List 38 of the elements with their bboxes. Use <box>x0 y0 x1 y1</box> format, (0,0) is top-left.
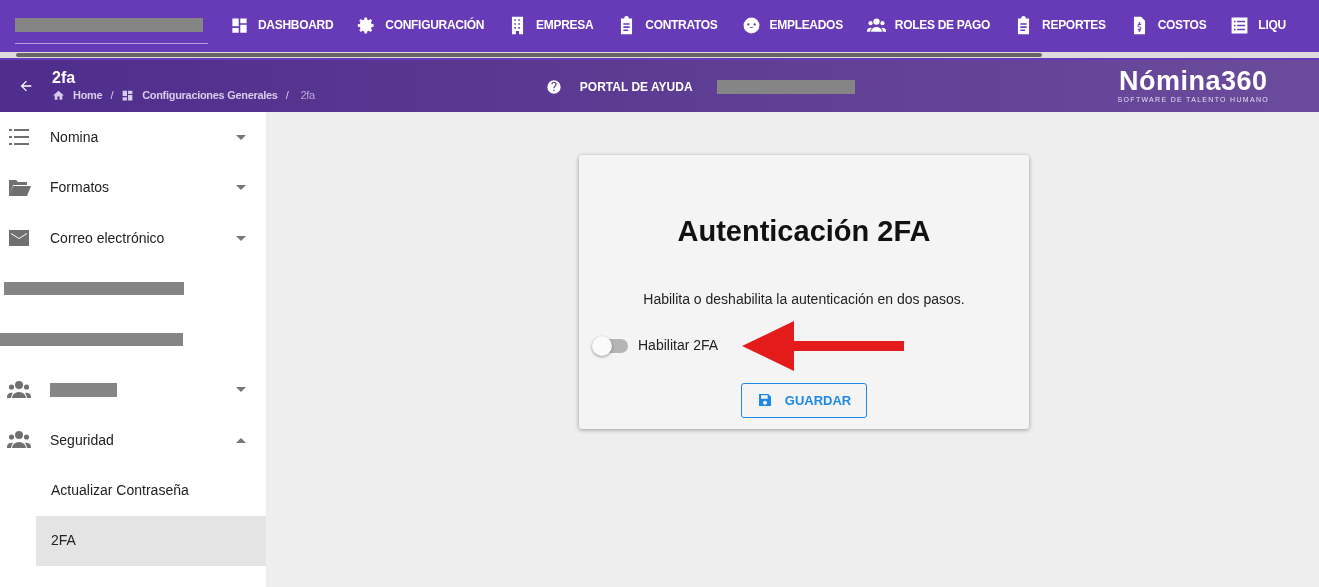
breadcrumb-current: 2fa <box>300 87 315 103</box>
list-icon <box>1230 15 1250 35</box>
nav-link[interactable]: ROLES DE PAGO <box>866 15 991 35</box>
breadcrumb-separator: / <box>110 87 114 103</box>
sidebar-item[interactable]: Correo electrónico <box>0 213 266 264</box>
scrollbar[interactable] <box>0 52 1319 58</box>
breadcrumb-link[interactable]: Configuraciones Generales <box>142 86 278 104</box>
toggle-label: Habilitar 2FA <box>638 336 719 355</box>
sidebar-item[interactable]: Seguridad <box>0 415 266 466</box>
nav-link[interactable]: EMPLEADOS <box>741 15 843 35</box>
nav-link[interactable]: REPORTES <box>1014 15 1106 35</box>
sidebar-item[interactable]: Formatos <box>0 162 266 213</box>
back-arrow-icon[interactable] <box>18 78 34 94</box>
logo-text: Nómina360 <box>1119 66 1268 95</box>
gear-icon <box>357 15 377 35</box>
sidebar-subitem[interactable]: 2FA <box>36 515 266 566</box>
nav-link[interactable]: CONFIGURACIÓN <box>357 15 485 35</box>
breadcrumb-link[interactable]: Home <box>73 86 103 104</box>
nav-link[interactable]: EMPRESA <box>508 15 594 35</box>
face-icon <box>741 15 761 35</box>
page-title: 2fa <box>52 68 77 87</box>
description-text: Habilita o deshabilita la autenticación en dos pasos. <box>643 289 965 309</box>
help-link[interactable]: PORTAL DE AYUDA <box>579 78 693 96</box>
nav-link[interactable]: LIQU <box>1230 15 1286 35</box>
card-title: Autenticación 2FA <box>677 214 931 249</box>
help-icon <box>545 79 562 95</box>
redaction-bar <box>50 382 117 397</box>
nav-link[interactable]: CONTRATOS <box>617 15 718 35</box>
toggle-switch[interactable] <box>594 338 628 353</box>
people-icon <box>866 15 886 35</box>
home-icon <box>52 88 65 102</box>
sidebar-item[interactable]: Nomina <box>0 112 266 163</box>
sidebar-subitem[interactable]: Actualizar Contraseña <box>36 465 266 516</box>
nav-link[interactable]: COSTOS <box>1129 15 1207 35</box>
nav-link[interactable]: DASHBOARD <box>230 15 334 35</box>
dashboard-icon <box>121 88 135 102</box>
dashboard-icon <box>230 15 249 35</box>
breadcrumb-separator: / <box>285 87 289 103</box>
